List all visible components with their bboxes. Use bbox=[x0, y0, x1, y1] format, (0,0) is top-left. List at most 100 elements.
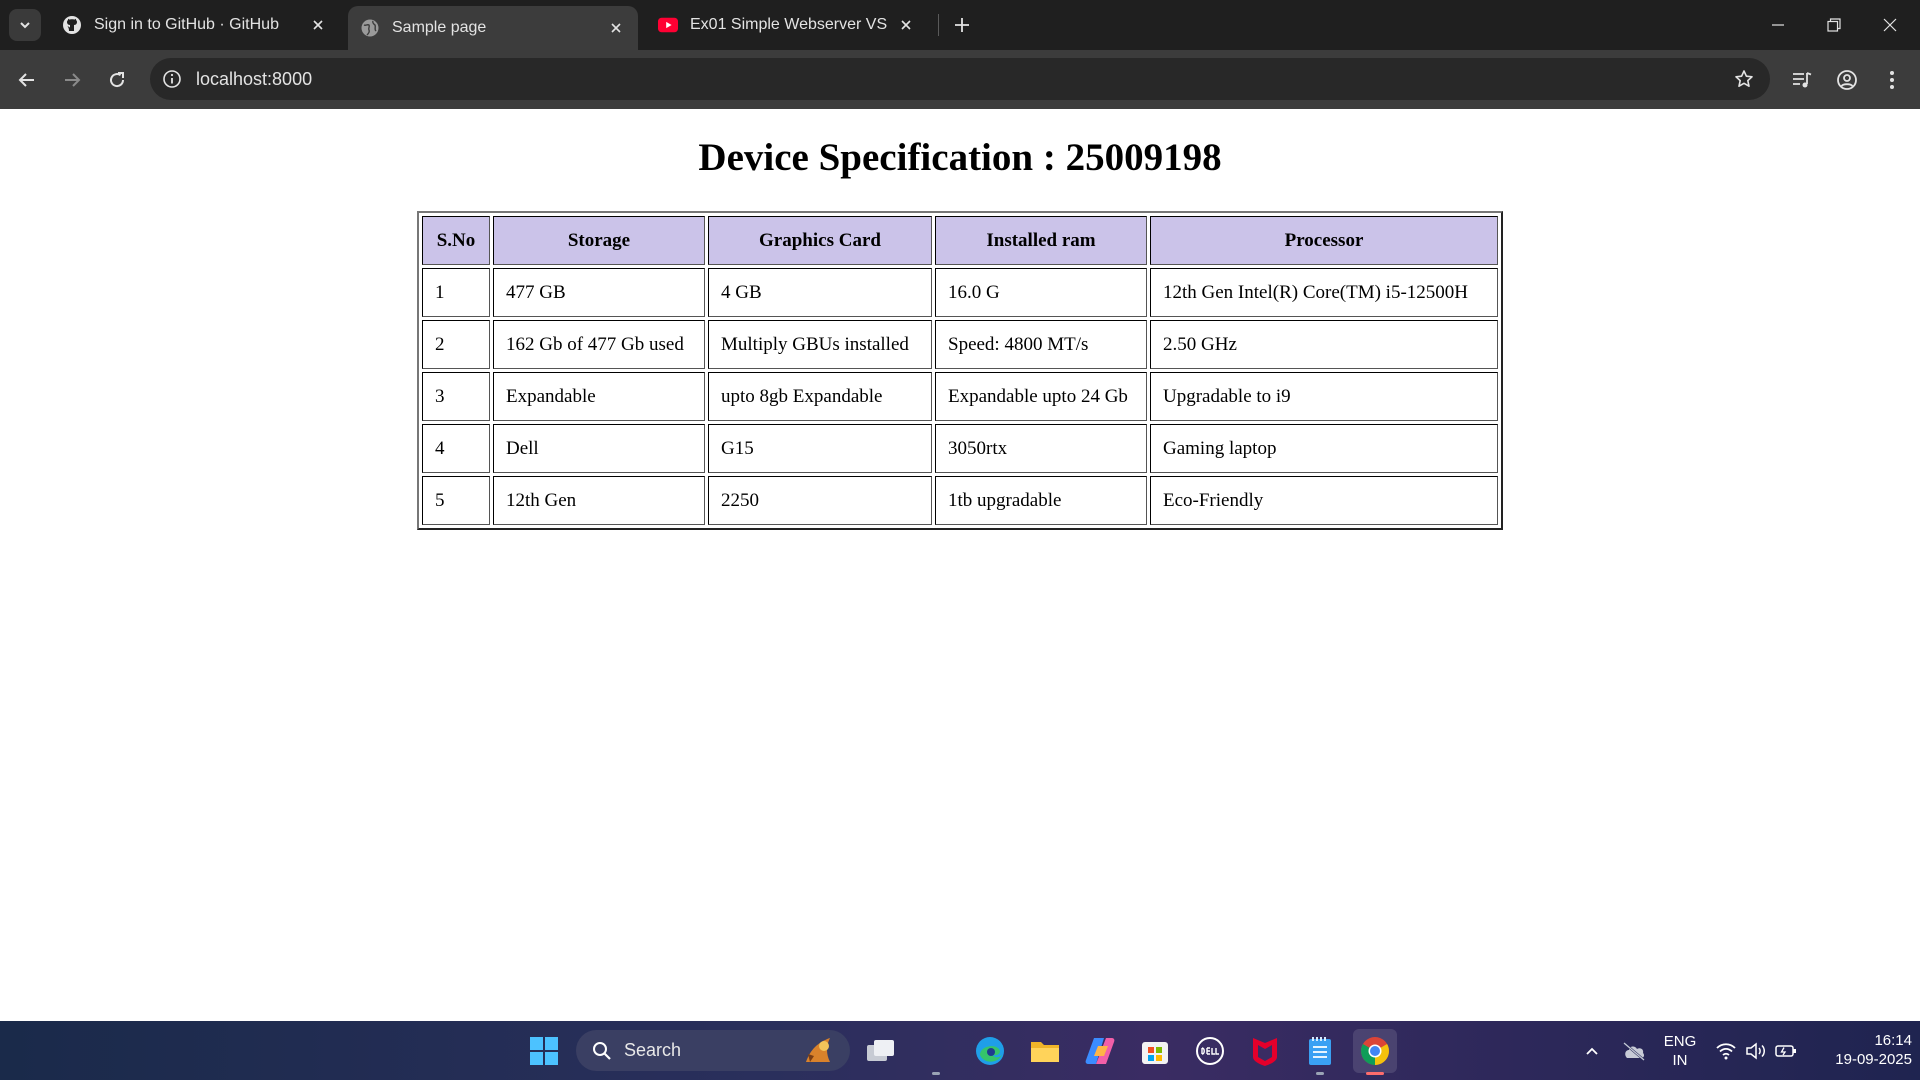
clock-time: 16:14 bbox=[1874, 1032, 1912, 1049]
reload-button[interactable] bbox=[99, 62, 135, 98]
language-code: ENG bbox=[1663, 1033, 1697, 1050]
page-title: Device Specification : 25009198 bbox=[698, 136, 1222, 179]
table-cell: 1tb upgradable bbox=[935, 476, 1147, 525]
table-row: 1 477 GB 4 GB 16.0 G 12th Gen Intel(R) C… bbox=[422, 268, 1498, 317]
table-cell: 1 bbox=[422, 268, 490, 317]
table-cell: 12th Gen bbox=[493, 476, 705, 525]
tab-search-button[interactable] bbox=[9, 9, 41, 41]
close-icon[interactable] bbox=[308, 15, 328, 35]
battery-tray-button[interactable] bbox=[1772, 1037, 1800, 1065]
tab-strip: Sign in to GitHub · GitHub Sample page E… bbox=[0, 0, 1920, 50]
browser-toolbar: localhost:8000 bbox=[0, 50, 1920, 109]
region-code: IN bbox=[1672, 1052, 1688, 1069]
clock[interactable]: 16:14 19-09-2025 bbox=[1812, 1031, 1912, 1069]
chevron-down-icon bbox=[20, 22, 30, 29]
column-header: Processor bbox=[1150, 216, 1498, 265]
taskbar-dell[interactable] bbox=[1188, 1029, 1232, 1073]
wifi-icon bbox=[1716, 1043, 1736, 1060]
bookmark-star-icon[interactable] bbox=[1732, 67, 1756, 91]
language-indicator[interactable]: ENG IN bbox=[1660, 1032, 1700, 1070]
tab-github[interactable]: Sign in to GitHub · GitHub bbox=[50, 6, 340, 44]
table-cell: Eco-Friendly bbox=[1150, 476, 1498, 525]
volume-tray-button[interactable] bbox=[1742, 1037, 1770, 1065]
tab-youtube[interactable]: Ex01 Simple Webserver VS Code bbox=[646, 6, 928, 44]
taskbar-file-explorer[interactable] bbox=[1023, 1029, 1067, 1073]
table-cell: 16.0 G bbox=[935, 268, 1147, 317]
column-header: S.No bbox=[422, 216, 490, 265]
table-cell: 162 Gb of 477 Gb used bbox=[493, 320, 705, 369]
table-cell: Dell bbox=[493, 424, 705, 473]
open-indicator bbox=[932, 1072, 940, 1075]
column-header: Installed ram bbox=[935, 216, 1147, 265]
site-info-icon[interactable] bbox=[160, 67, 184, 91]
close-icon[interactable] bbox=[896, 15, 916, 35]
taskbar-microsoft-store[interactable] bbox=[1133, 1029, 1177, 1073]
account-icon bbox=[1837, 70, 1857, 90]
taskbar-edge[interactable] bbox=[968, 1029, 1012, 1073]
forward-button[interactable] bbox=[54, 62, 90, 98]
show-hidden-icons-button[interactable] bbox=[1578, 1037, 1606, 1065]
restore-icon bbox=[1827, 18, 1841, 32]
column-header: Graphics Card bbox=[708, 216, 932, 265]
arrow-right-icon bbox=[65, 73, 81, 87]
reload-icon bbox=[110, 72, 125, 88]
folder-icon bbox=[1031, 1042, 1059, 1062]
search-icon bbox=[590, 1039, 614, 1063]
tab-sample-page[interactable]: Sample page bbox=[348, 6, 638, 50]
table-cell: Upgradable to i9 bbox=[1150, 372, 1498, 421]
copilot-icon bbox=[1085, 1038, 1115, 1064]
new-tab-button[interactable] bbox=[946, 9, 978, 41]
widgets-button[interactable] bbox=[914, 1029, 958, 1075]
chevron-up-icon bbox=[1586, 1047, 1598, 1055]
table-cell: Expandable upto 24 Gb bbox=[935, 372, 1147, 421]
web-page: Device Specification : 25009198 S.No Sto… bbox=[0, 109, 1920, 1021]
store-icon bbox=[1142, 1042, 1168, 1064]
minimize-button[interactable] bbox=[1750, 0, 1806, 50]
table-cell: 5 bbox=[422, 476, 490, 525]
table-cell: 12th Gen Intel(R) Core(TM) i5-12500H bbox=[1150, 268, 1498, 317]
speaker-icon bbox=[1746, 1042, 1765, 1060]
tab-divider bbox=[938, 14, 939, 36]
notepad-icon bbox=[1309, 1037, 1331, 1065]
task-view-button[interactable] bbox=[859, 1029, 903, 1073]
table-cell: Speed: 4800 MT/s bbox=[935, 320, 1147, 369]
taskbar-mcafee[interactable] bbox=[1243, 1029, 1287, 1073]
taskbar-search[interactable]: Search bbox=[576, 1030, 850, 1071]
tab-title: Sample page bbox=[392, 19, 487, 36]
search-label: Search bbox=[624, 1040, 682, 1060]
media-controls-button[interactable] bbox=[1784, 62, 1820, 98]
taskbar-chrome[interactable] bbox=[1353, 1029, 1397, 1075]
windows-logo-icon bbox=[530, 1037, 558, 1065]
taskbar-notepad[interactable] bbox=[1298, 1029, 1342, 1075]
network-tray-button[interactable] bbox=[1712, 1037, 1740, 1065]
table-cell: 2250 bbox=[708, 476, 932, 525]
browser-menu-button[interactable] bbox=[1874, 62, 1910, 98]
onedrive-tray-button[interactable] bbox=[1620, 1037, 1648, 1065]
back-button[interactable] bbox=[9, 62, 45, 98]
table-cell: 4 GB bbox=[708, 268, 932, 317]
restore-button[interactable] bbox=[1806, 0, 1862, 50]
close-icon bbox=[1883, 18, 1897, 32]
close-icon[interactable] bbox=[606, 18, 626, 38]
table-cell: Expandable bbox=[493, 372, 705, 421]
profile-button[interactable] bbox=[1829, 62, 1865, 98]
address-bar[interactable]: localhost:8000 bbox=[150, 58, 1770, 100]
start-button[interactable] bbox=[522, 1029, 566, 1073]
column-header: Storage bbox=[493, 216, 705, 265]
plus-icon bbox=[955, 18, 969, 32]
device-spec-table: S.No Storage Graphics Card Installed ram… bbox=[417, 211, 1503, 530]
youtube-icon bbox=[658, 15, 678, 35]
open-indicator bbox=[1316, 1072, 1324, 1075]
globe-icon bbox=[360, 18, 380, 38]
close-window-button[interactable] bbox=[1862, 0, 1918, 50]
table-cell: upto 8gb Expandable bbox=[708, 372, 932, 421]
active-indicator bbox=[1366, 1072, 1384, 1075]
url-text[interactable]: localhost:8000 bbox=[196, 68, 312, 90]
minimize-icon bbox=[1772, 24, 1784, 26]
arrow-left-icon bbox=[18, 73, 34, 87]
taskbar-copilot[interactable] bbox=[1078, 1029, 1122, 1073]
cloud-off-icon bbox=[1623, 1042, 1645, 1061]
chrome-icon bbox=[1361, 1037, 1389, 1065]
table-row: 2 162 Gb of 477 Gb used Multiply GBUs in… bbox=[422, 320, 1498, 369]
github-icon bbox=[62, 15, 82, 35]
